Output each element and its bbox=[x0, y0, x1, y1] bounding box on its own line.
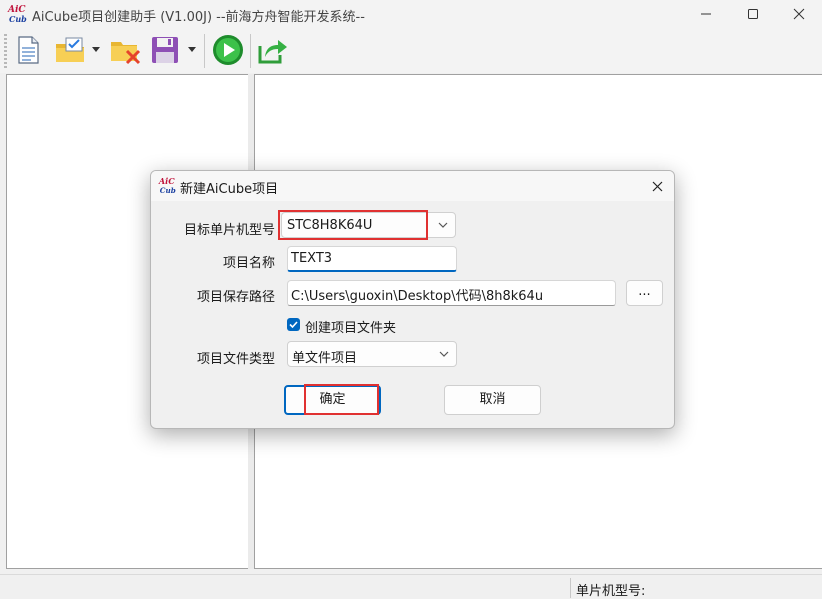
chevron-down-icon bbox=[439, 351, 449, 357]
file-type-label: 项目文件类型 bbox=[196, 352, 275, 367]
close-icon bbox=[652, 181, 662, 191]
run-icon bbox=[213, 35, 243, 65]
close-project-button[interactable] bbox=[107, 32, 143, 68]
title-bar: AiC Cube AiCube项目创建助手 (V1.00J) --前海方舟智能开… bbox=[0, 0, 822, 28]
toolbar-grip[interactable] bbox=[4, 34, 7, 68]
toolbar-separator bbox=[250, 34, 251, 68]
save-path-label: 项目保存路径 bbox=[196, 290, 275, 305]
project-name-input[interactable]: TEXT3 bbox=[287, 246, 457, 272]
window-title: AiCube项目创建助手 (V1.00J) --前海方舟智能开发系统-- bbox=[32, 10, 365, 25]
save-dropdown[interactable] bbox=[187, 42, 197, 58]
project-name-label: 项目名称 bbox=[222, 256, 275, 271]
status-bar: 单片机型号: bbox=[0, 574, 822, 599]
close-project-icon bbox=[111, 42, 141, 65]
caret-down-icon bbox=[92, 47, 100, 52]
open-project-icon bbox=[56, 37, 84, 62]
close-window-button[interactable] bbox=[776, 0, 822, 28]
save-button[interactable] bbox=[147, 32, 183, 68]
toolbar-separator bbox=[204, 34, 205, 68]
dialog-title-bar: AiC Cube 新建AiCube项目 bbox=[151, 171, 674, 201]
create-folder-checkbox[interactable] bbox=[287, 318, 300, 331]
minimize-icon bbox=[701, 13, 711, 15]
project-name-value: TEXT3 bbox=[291, 251, 333, 266]
maximize-button[interactable] bbox=[730, 0, 776, 28]
ok-button[interactable]: 确定 bbox=[284, 385, 381, 415]
run-button[interactable] bbox=[210, 32, 246, 68]
create-folder-label: 创建项目文件夹 bbox=[305, 321, 397, 336]
caret-down-icon bbox=[188, 47, 196, 52]
app-logo-icon: AiC Cube bbox=[7, 5, 27, 24]
export-icon bbox=[258, 40, 287, 64]
dialog-close-button[interactable] bbox=[648, 177, 666, 195]
target-chip-label: 目标单片机型号 bbox=[183, 223, 275, 238]
svg-text:Cube: Cube bbox=[160, 186, 176, 195]
checkmark-icon bbox=[289, 321, 298, 329]
app-logo-icon: AiC Cube bbox=[158, 176, 176, 195]
open-project-button[interactable] bbox=[52, 32, 88, 68]
cancel-button[interactable]: 取消 bbox=[444, 385, 541, 415]
chevron-down-icon bbox=[438, 222, 448, 228]
save-icon bbox=[152, 37, 178, 63]
open-project-dropdown[interactable] bbox=[91, 42, 101, 58]
new-project-dialog: AiC Cube 新建AiCube项目 目标单片机型号 STC8H8K64U 项… bbox=[150, 170, 675, 429]
toolbar bbox=[0, 28, 822, 73]
new-file-icon bbox=[18, 36, 39, 64]
svg-text:AiC: AiC bbox=[158, 176, 175, 186]
maximize-icon bbox=[748, 9, 758, 19]
browse-button[interactable]: ... bbox=[626, 280, 663, 306]
new-file-button[interactable] bbox=[10, 32, 46, 68]
dialog-title: 新建AiCube项目 bbox=[180, 182, 279, 197]
minimize-button[interactable] bbox=[683, 0, 729, 28]
chip-model-status: 单片机型号: bbox=[576, 584, 646, 599]
target-chip-value: STC8H8K64U bbox=[287, 218, 373, 233]
file-type-value: 单文件项目 bbox=[292, 351, 358, 366]
save-path-input[interactable]: C:\Users\guoxin\Desktop\代码\8h8k64u bbox=[287, 280, 616, 306]
status-separator bbox=[570, 578, 571, 598]
close-icon bbox=[793, 8, 805, 20]
save-path-value: C:\Users\guoxin\Desktop\代码\8h8k64u bbox=[291, 289, 544, 304]
export-button[interactable] bbox=[255, 32, 291, 68]
target-chip-select[interactable]: STC8H8K64U bbox=[281, 212, 456, 238]
file-type-select[interactable]: 单文件项目 bbox=[287, 341, 457, 367]
svg-text:Cube: Cube bbox=[9, 14, 27, 24]
